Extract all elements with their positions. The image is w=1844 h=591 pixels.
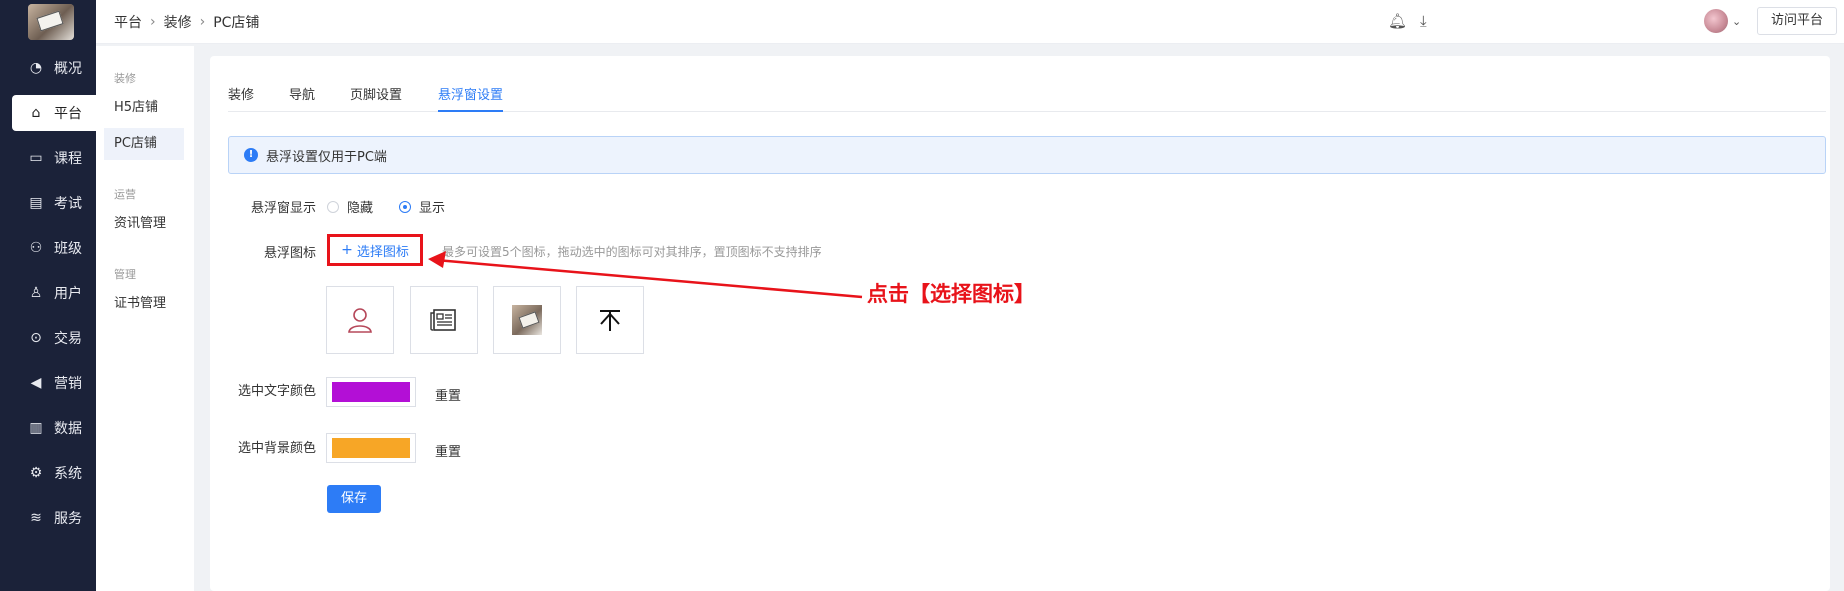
- clock-icon: ◔: [29, 60, 43, 76]
- avatar[interactable]: [1704, 9, 1728, 33]
- sidebar-item-label: 班级: [54, 241, 82, 257]
- radio-show-circle[interactable]: [399, 200, 411, 213]
- subnav-group-decoration: 装修: [114, 72, 136, 85]
- chevron-down-icon[interactable]: ⌄: [1732, 15, 1741, 28]
- sidebar-item-trade[interactable]: ⊙ 交易: [0, 320, 96, 356]
- breadcrumb-decoration[interactable]: 装修: [164, 12, 192, 32]
- text-color-reset-button[interactable]: 重置: [435, 385, 461, 404]
- sidebar-item-label: 概况: [54, 61, 82, 77]
- subnav-item-pc-store[interactable]: PC店铺: [104, 128, 184, 160]
- trade-icon: ⊙: [30, 330, 42, 346]
- bg-color-label: 选中背景颜色: [237, 441, 316, 456]
- visit-platform-button[interactable]: 访问平台: [1757, 7, 1837, 35]
- tab-navigation[interactable]: 导航: [289, 84, 315, 112]
- chevron-right-icon: ›: [199, 14, 206, 30]
- store-icon: ⌂: [31, 105, 41, 121]
- sidebar-item-label: 营销: [54, 376, 82, 392]
- text-color-picker[interactable]: [326, 377, 416, 407]
- sidebar-item-label: 平台: [54, 106, 82, 122]
- logo: [28, 4, 74, 40]
- text-color-swatch: [332, 382, 410, 402]
- sidebar-item-chart[interactable]: ▥ 数据: [0, 410, 96, 446]
- icon-slot-news[interactable]: [410, 286, 478, 354]
- info-icon: !: [244, 148, 258, 162]
- sidebar-item-label: 数据: [54, 421, 82, 437]
- download-icon[interactable]: ⤓: [1420, 12, 1427, 30]
- select-icon-label: 选择图标: [356, 244, 409, 260]
- marketing-icon: ◀: [30, 375, 42, 391]
- radio-hide[interactable]: 隐藏: [327, 197, 373, 216]
- sidebar-item-settings[interactable]: ⚙ 系统: [0, 455, 96, 491]
- exam-icon: ▤: [29, 195, 43, 211]
- chart-icon: ▥: [29, 420, 43, 436]
- icon-slot-photo[interactable]: [493, 286, 561, 354]
- sidebar-item-label: 考试: [54, 196, 82, 212]
- tab-floating-window[interactable]: 悬浮窗设置: [438, 84, 504, 112]
- main-sidebar: ◔ 概况 ⌂ 平台 ▭ 课程 ▤ 考试 ⚇ 班级 ♙ 用户 ⊙ 交易 ◀ 营销 ▥ 数据 ⚙ 系统 ≋ 服务: [0, 0, 96, 591]
- alert-text: 悬浮设置仅用于PC端: [266, 149, 387, 165]
- bg-color-reset-button[interactable]: 重置: [435, 441, 461, 460]
- radio-show[interactable]: 显示: [399, 197, 445, 216]
- settings-icon: ⚙: [29, 465, 43, 481]
- annotation-text: 点击【选择图标】: [867, 281, 1035, 306]
- select-icon-button[interactable]: + 选择图标: [327, 234, 423, 266]
- radio-hide-label: 隐藏: [347, 201, 374, 216]
- sidebar-item-clock[interactable]: ◔ 概况: [0, 50, 96, 86]
- sidebar-item-store[interactable]: ⌂ 平台: [12, 95, 96, 131]
- photo-thumbnail: [512, 305, 542, 335]
- book-icon: ▭: [29, 150, 43, 166]
- subnav-group-operation: 运营: [114, 188, 136, 201]
- subnav-group-management: 管理: [114, 268, 136, 281]
- subnav-item-certificate[interactable]: 证书管理: [104, 288, 184, 320]
- plus-icon: +: [341, 242, 353, 258]
- info-alert: ! 悬浮设置仅用于PC端: [228, 136, 1826, 174]
- service-icon: ≋: [30, 510, 42, 526]
- icon-slot-to-top[interactable]: [576, 286, 644, 354]
- sidebar-item-exam[interactable]: ▤ 考试: [0, 185, 96, 221]
- bg-color-swatch: [332, 438, 410, 458]
- sidebar-item-user[interactable]: ♙ 用户: [0, 275, 96, 311]
- display-label: 悬浮窗显示: [250, 201, 316, 216]
- save-button[interactable]: 保存: [327, 485, 381, 513]
- breadcrumb-pc-store: PC店铺: [213, 15, 260, 31]
- radio-hide-circle[interactable]: [327, 200, 339, 213]
- sidebar-item-label: 服务: [54, 511, 82, 527]
- tab-bar: 装修 导航 页脚设置 悬浮窗设置: [228, 84, 1826, 112]
- sidebar-item-book[interactable]: ▭ 课程: [0, 140, 96, 176]
- breadcrumb: 平台 › 装修 › PC店铺: [114, 12, 259, 32]
- sidebar-item-class[interactable]: ⚇ 班级: [0, 230, 96, 266]
- news-icon: [430, 309, 456, 331]
- secondary-sidebar: 装修 H5店铺 PC店铺 运营 资讯管理 管理 证书管理: [96, 46, 194, 591]
- bg-color-picker[interactable]: [326, 433, 416, 463]
- icon-slot-user[interactable]: [326, 286, 394, 354]
- tab-decoration[interactable]: 装修: [228, 84, 254, 112]
- icon-label: 悬浮图标: [263, 246, 316, 261]
- radio-show-label: 显示: [419, 201, 446, 216]
- chevron-right-icon: ›: [150, 14, 156, 30]
- class-icon: ⚇: [29, 240, 43, 256]
- user-icon: ♙: [29, 285, 43, 301]
- user-outline-icon: [348, 308, 372, 333]
- bell-icon[interactable]: 🔔︎: [1388, 12, 1407, 30]
- sidebar-item-marketing[interactable]: ◀ 营销: [0, 365, 96, 401]
- sidebar-item-label: 用户: [54, 286, 82, 302]
- sidebar-item-label: 系统: [54, 466, 82, 482]
- subnav-item-news[interactable]: 资讯管理: [104, 208, 184, 240]
- tab-footer-settings[interactable]: 页脚设置: [350, 84, 402, 112]
- text-color-label: 选中文字颜色: [237, 384, 316, 399]
- sidebar-item-label: 交易: [54, 331, 82, 347]
- scrollbar-track[interactable]: [1832, 56, 1844, 591]
- sidebar-item-label: 课程: [54, 151, 82, 167]
- to-top-icon: [600, 310, 620, 331]
- breadcrumb-platform[interactable]: 平台: [114, 12, 142, 32]
- content-card: 装修 导航 页脚设置 悬浮窗设置 ! 悬浮设置仅用于PC端 悬浮窗显示 隐藏 显…: [210, 56, 1830, 591]
- subnav-item-h5-store[interactable]: H5店铺: [104, 92, 184, 124]
- sidebar-item-service[interactable]: ≋ 服务: [0, 500, 96, 536]
- icon-hint: 最多可设置5个图标，拖动选中的图标可对其排序，置顶图标不支持排序: [442, 245, 822, 259]
- top-header: 平台 › 装修 › PC店铺 🔔︎ ⤓ ⌄ 访问平台: [96, 0, 1844, 44]
